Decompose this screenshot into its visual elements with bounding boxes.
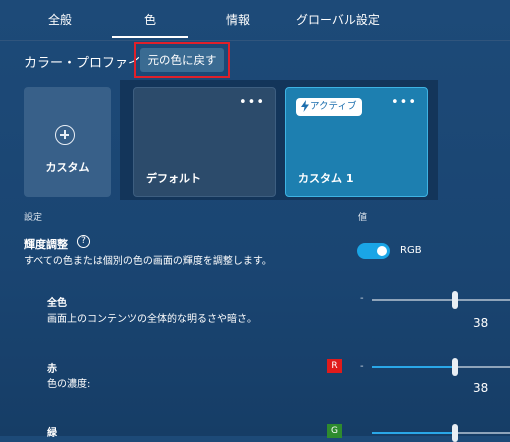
slider-thumb[interactable] [452, 291, 458, 309]
help-icon[interactable]: ? [77, 235, 90, 248]
profile-card-name: デフォルト [146, 172, 201, 185]
lightning-icon [301, 100, 309, 112]
all-colors-slider[interactable] [372, 291, 510, 309]
green-slider[interactable] [372, 424, 510, 442]
rgb-toggle[interactable] [357, 243, 390, 259]
column-header-setting: 設定 [24, 213, 43, 223]
all-colors-description: 画面上のコンテンツの全体的な明るさや暗さ。 [47, 314, 257, 325]
profile-card-name: カスタム 1 [298, 172, 354, 185]
toggle-knob [377, 246, 387, 256]
revert-colors-button[interactable]: 元の色に戻す [140, 48, 224, 72]
profile-card-custom1[interactable]: アクティブ ••• カスタム 1 [285, 87, 428, 197]
brightness-title: 輝度調整 [24, 238, 68, 251]
red-description: 色の濃度: [47, 379, 91, 390]
add-custom-profile-card[interactable]: カスタム [24, 87, 111, 197]
decrease-icon: - [360, 293, 364, 304]
rgb-toggle-label: RGB [400, 245, 422, 256]
active-tab-indicator [112, 36, 188, 38]
column-header-value: 値 [358, 213, 368, 223]
all-colors-title: 全色 [47, 298, 67, 309]
revert-button-highlight: 元の色に戻す [134, 42, 230, 78]
tab-color[interactable]: 色 [144, 11, 156, 28]
add-custom-label: カスタム [45, 161, 90, 174]
tab-global-settings[interactable]: グローバル設定 [296, 11, 380, 28]
active-badge-label: アクティブ [310, 101, 357, 112]
red-slider[interactable] [372, 358, 510, 376]
brightness-description: すべての色または個別の色の画面の輝度を調整します。 [24, 256, 272, 267]
tab-bar: 全般 色 情報 グローバル設定 [0, 0, 510, 40]
slider-thumb[interactable] [452, 358, 458, 376]
slider-fill [372, 366, 455, 368]
green-title: 緑 [47, 428, 57, 439]
slider-fill [372, 432, 455, 434]
more-options-icon[interactable]: ••• [391, 96, 417, 109]
more-options-icon[interactable]: ••• [239, 96, 265, 109]
red-value: 38 [473, 381, 489, 395]
red-title: 赤 [47, 364, 57, 375]
red-channel-badge: R [327, 359, 342, 373]
all-colors-value: 38 [473, 316, 489, 330]
tab-general[interactable]: 全般 [48, 11, 72, 28]
tab-info[interactable]: 情報 [226, 11, 250, 28]
active-badge: アクティブ [296, 98, 363, 116]
tab-divider [0, 40, 510, 41]
profile-card-default[interactable]: ••• デフォルト [133, 87, 276, 197]
decrease-icon: - [360, 361, 364, 372]
plus-icon [55, 125, 75, 145]
slider-thumb[interactable] [452, 424, 458, 442]
